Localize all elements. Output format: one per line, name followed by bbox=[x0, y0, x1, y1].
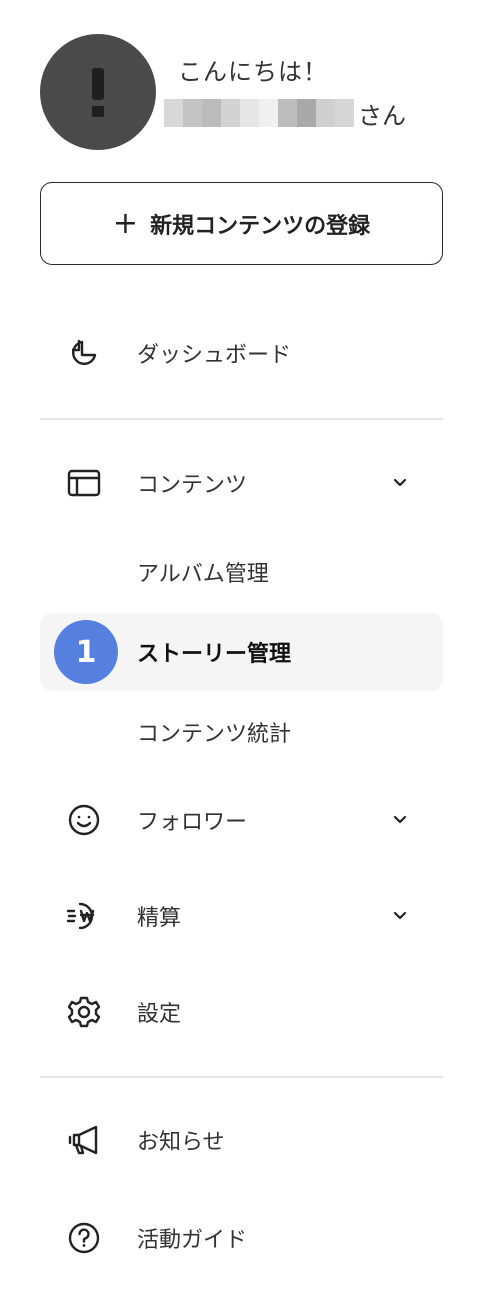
chevron-down-icon[interactable] bbox=[391, 474, 409, 492]
nav-item-label: コンテンツ bbox=[137, 473, 248, 498]
new-content-button-label: 新規コンテンツの登録 bbox=[150, 213, 371, 239]
nav-item-label: フォロワー bbox=[137, 810, 248, 835]
user-name-suffix: さん bbox=[358, 101, 406, 130]
sub-item-label: アルバム管理 bbox=[137, 562, 269, 587]
nav-item-dashboard[interactable]: ダッシュボード bbox=[40, 314, 443, 392]
gear-icon bbox=[67, 996, 101, 1028]
nav-item-settlement[interactable]: 精算 bbox=[40, 877, 443, 955]
nav-item-notices[interactable]: お知らせ bbox=[40, 1101, 443, 1179]
nav-item-guide[interactable]: 活動ガイド bbox=[40, 1199, 443, 1277]
nav-item-label: 設定 bbox=[137, 1002, 182, 1027]
won-coin-icon bbox=[66, 902, 95, 930]
nav-item-label: ダッシュボード bbox=[137, 343, 292, 368]
chevron-down-icon[interactable] bbox=[391, 811, 409, 829]
nav-item-label: お知らせ bbox=[137, 1130, 225, 1155]
exclamation-icon bbox=[92, 68, 104, 117]
nav-item-label: 精算 bbox=[137, 906, 182, 931]
sub-item-label: ストーリー管理 bbox=[137, 642, 292, 667]
sub-item-story-management[interactable]: 1 ストーリー管理 bbox=[40, 613, 443, 691]
pie-chart-icon bbox=[72, 340, 97, 365]
megaphone-icon bbox=[68, 1125, 98, 1155]
user-name-redacted bbox=[164, 99, 354, 127]
divider bbox=[40, 1076, 443, 1078]
divider bbox=[40, 418, 443, 420]
sub-item-label: コンテンツ統計 bbox=[137, 722, 292, 747]
user-name-line: さん bbox=[164, 96, 406, 130]
avatar[interactable] bbox=[40, 34, 156, 150]
nav-item-settings[interactable]: 設定 bbox=[40, 973, 443, 1051]
smile-icon bbox=[68, 804, 100, 836]
nav-item-label: 活動ガイド bbox=[137, 1228, 248, 1253]
layout-icon bbox=[67, 469, 101, 497]
step-badge: 1 bbox=[54, 620, 118, 684]
new-content-button[interactable]: + 新規コンテンツの登録 bbox=[40, 182, 443, 265]
plus-icon: + bbox=[112, 205, 139, 241]
chevron-down-icon[interactable] bbox=[391, 907, 409, 925]
sub-item-album-management[interactable]: アルバム管理 bbox=[40, 533, 443, 611]
greeting-text: こんにちは！ bbox=[178, 58, 328, 86]
nav-item-contents[interactable]: コンテンツ bbox=[40, 444, 443, 522]
nav-item-followers[interactable]: フォロワー bbox=[40, 781, 443, 859]
profile-header: こんにちは！ さん bbox=[40, 34, 460, 150]
help-circle-icon bbox=[68, 1222, 100, 1254]
sub-item-content-statistics[interactable]: コンテンツ統計 bbox=[40, 693, 443, 771]
